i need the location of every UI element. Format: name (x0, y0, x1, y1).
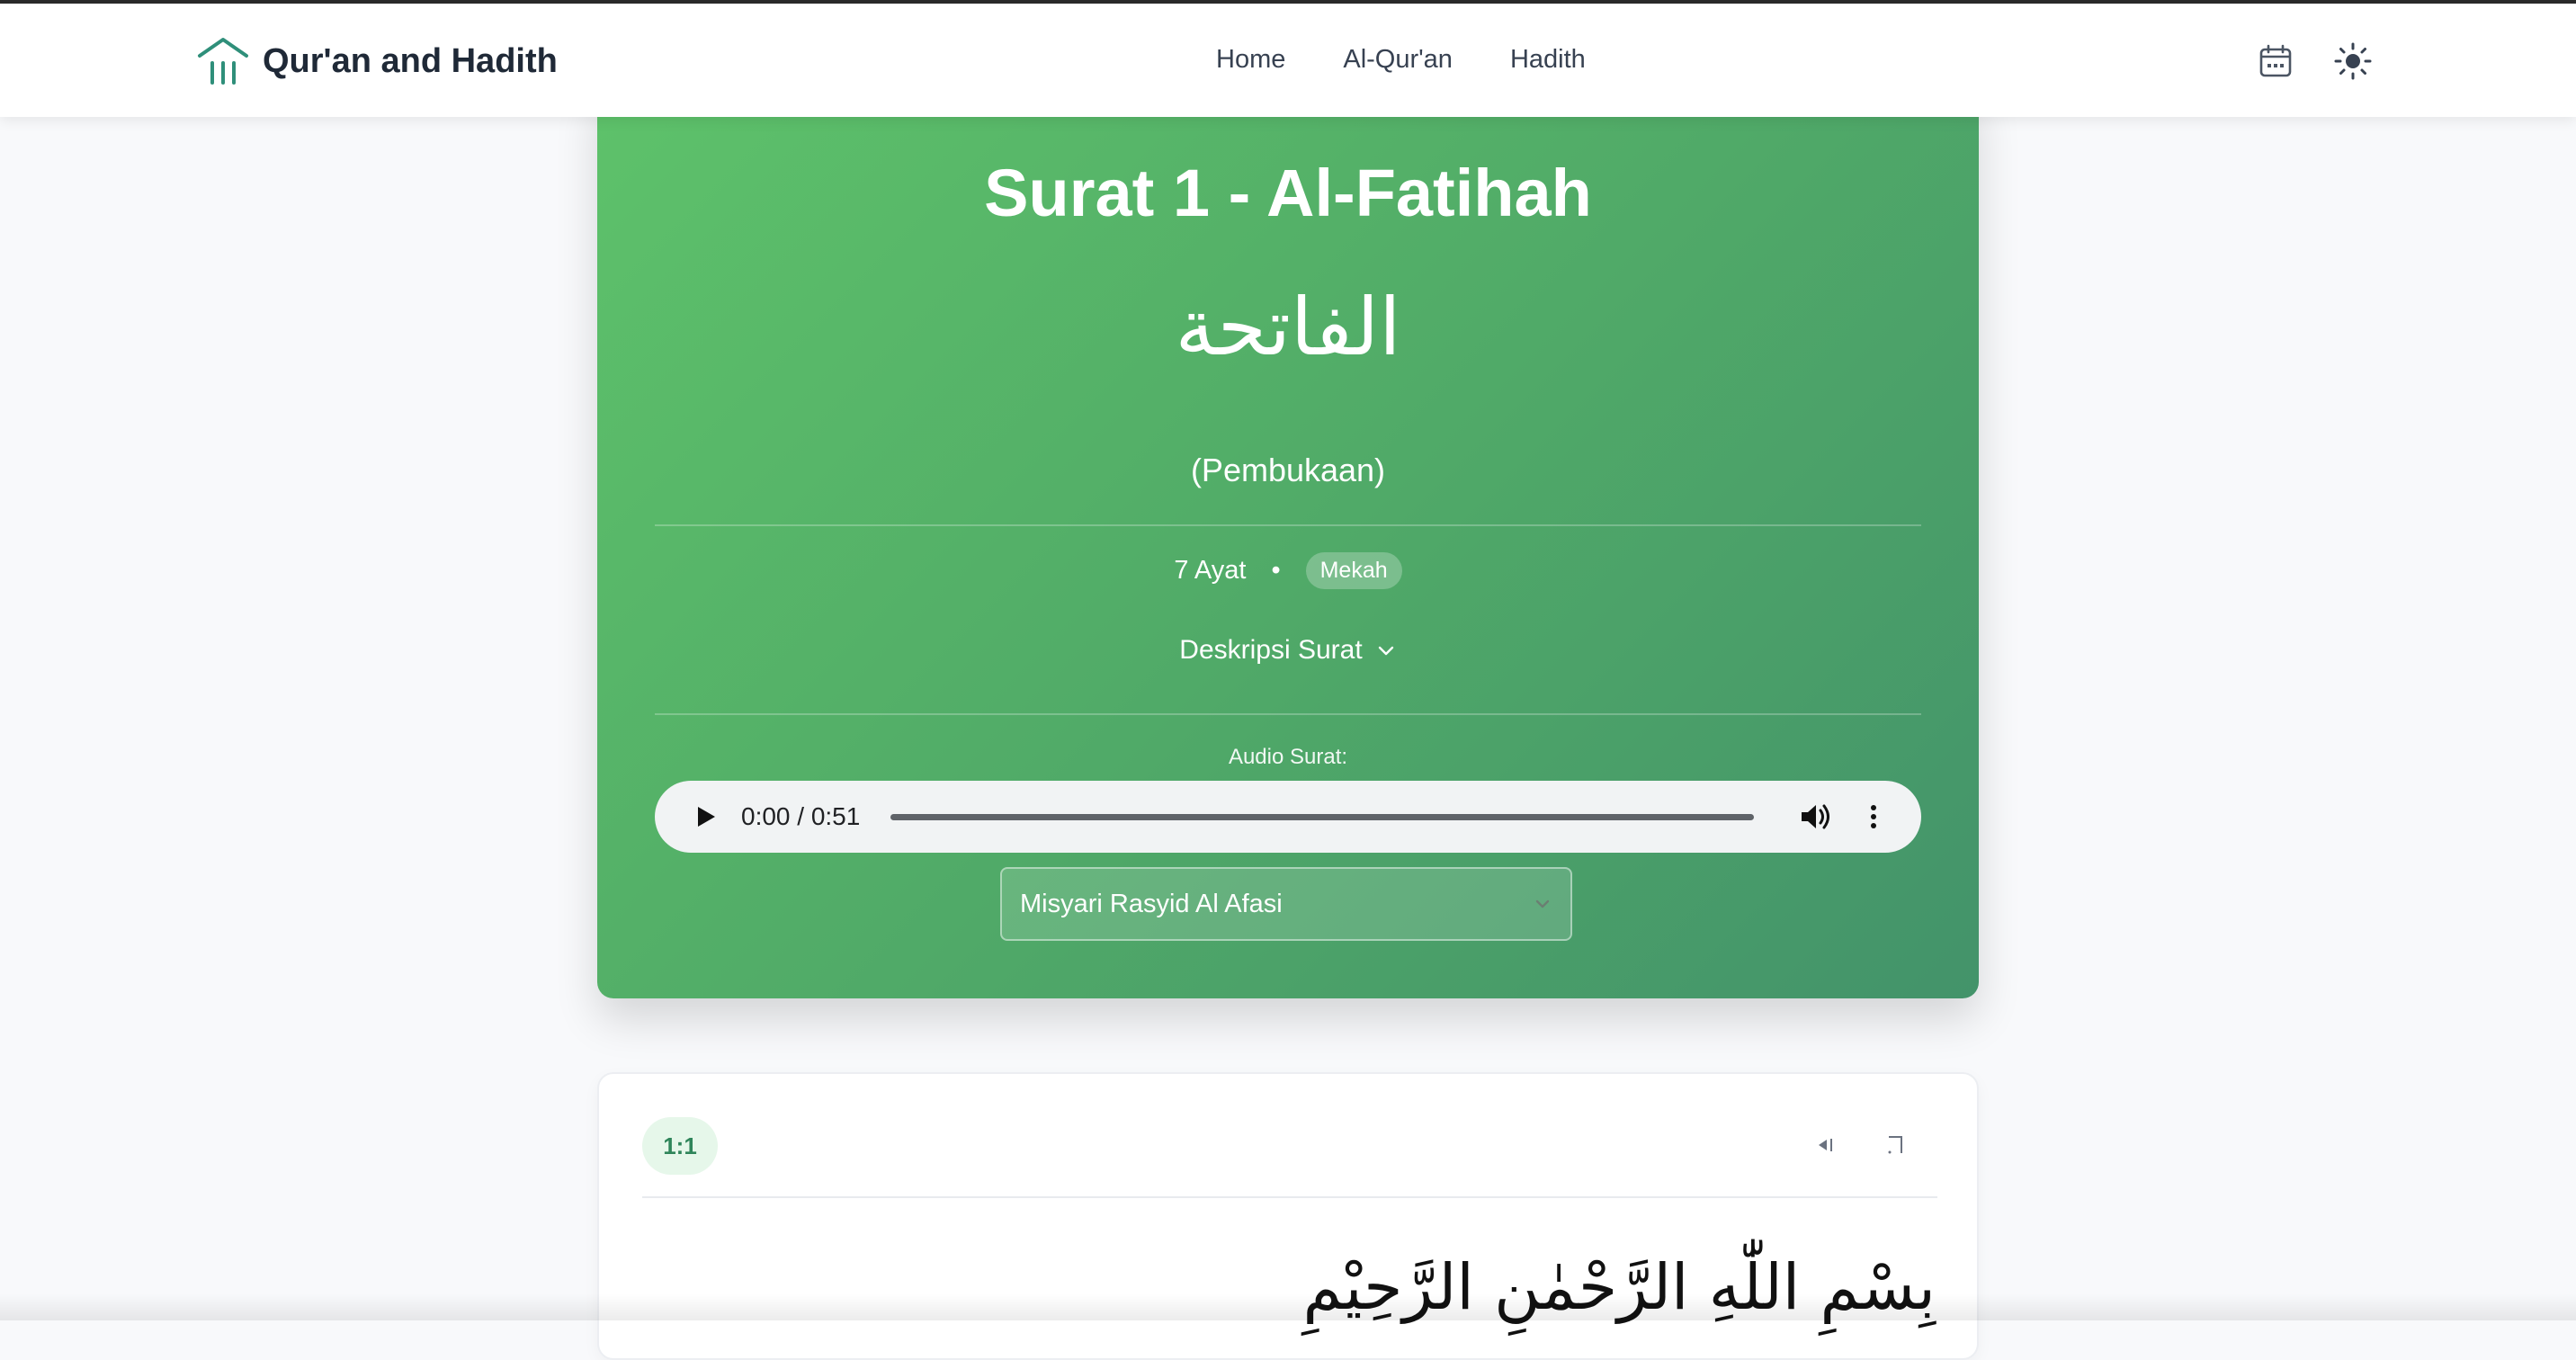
surah-arabic-name: الفاتحة (1175, 281, 1401, 373)
surah-meaning: (Pembukaan) (1190, 452, 1386, 488)
nav-home[interactable]: Home (1216, 45, 1285, 75)
surah-title: Surat 1 - Al-Fatihah (984, 156, 1592, 230)
verse-actions (1815, 1132, 1909, 1159)
ayat-count: 7 Ayat (1174, 556, 1247, 585)
chevron-down-icon (1535, 899, 1550, 908)
nav-hadith[interactable]: Hadith (1510, 45, 1586, 75)
verse-number-badge: 1:1 (642, 1117, 718, 1175)
mosque-logo-icon (198, 38, 248, 85)
revelation-badge: Mekah (1305, 552, 1402, 589)
calendar-icon[interactable] (2256, 41, 2295, 81)
volume-icon[interactable] (1797, 799, 1833, 835)
audio-progress-bar[interactable] (890, 813, 1754, 820)
audio-player: 0:00 / 0:51 (655, 781, 1921, 853)
audio-time: 0:00 / 0:51 (741, 802, 861, 830)
more-options-icon[interactable] (1858, 801, 1889, 832)
verse-divider (642, 1196, 1937, 1198)
play-icon[interactable] (691, 802, 720, 831)
reciter-select[interactable]: Misyari Rasyid Al Afasi (1000, 867, 1572, 941)
verse-play-icon[interactable] (1815, 1132, 1842, 1159)
surah-header-card: Surat 1 - Al-Fatihah الفاتحة (Pembukaan)… (597, 81, 1979, 998)
app-title: Qur'an and Hadith (263, 41, 558, 80)
nav-al-quran[interactable]: Al-Qur'an (1343, 45, 1453, 75)
main-menu: Home Al-Qur'an Hadith (1216, 45, 1586, 75)
bottom-edge-shadow (0, 1293, 2576, 1320)
brand[interactable]: Qur'an and Hadith (196, 34, 558, 88)
navbar-actions (2256, 41, 2373, 81)
description-toggle-label: Deskripsi Surat (1179, 635, 1363, 665)
chevron-down-icon (1378, 646, 1393, 656)
top-navbar: Qur'an and Hadith Home Al-Qur'an Hadith (0, 4, 2576, 117)
reciter-selected: Misyari Rasyid Al Afasi (1020, 889, 1283, 918)
description-toggle[interactable]: Deskripsi Surat (597, 635, 1979, 666)
sun-icon[interactable] (2333, 41, 2373, 81)
bookmark-icon[interactable] (1882, 1132, 1909, 1159)
meta-separator: • (1271, 556, 1281, 585)
header-divider-top (655, 524, 1921, 526)
audio-label: Audio Surat: (1228, 745, 1348, 769)
header-divider-bottom (655, 713, 1921, 715)
surah-meta: 7 Ayat • Mekah (597, 552, 1979, 589)
